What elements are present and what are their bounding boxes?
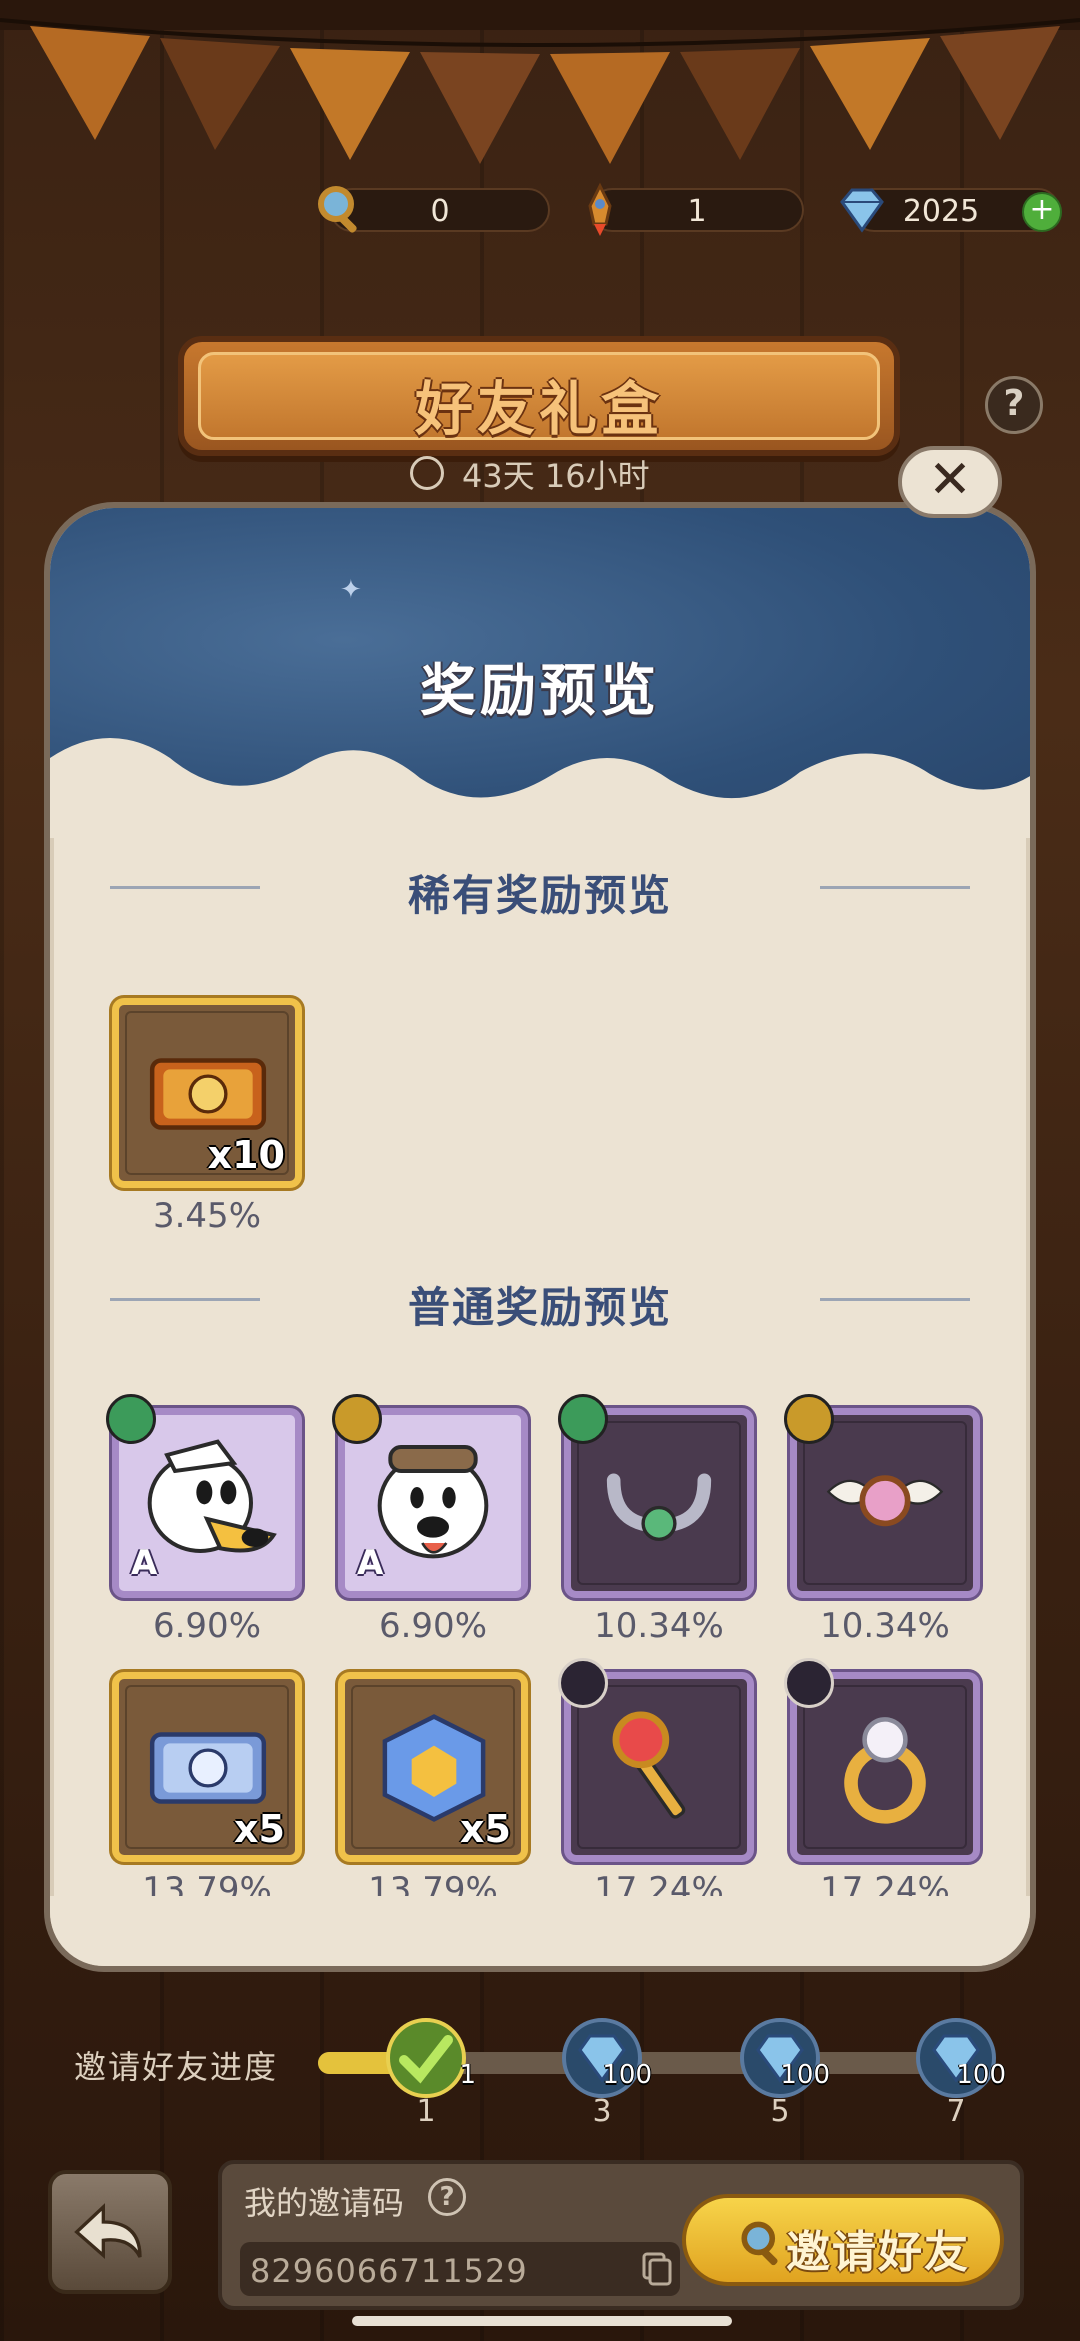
common-section-header: 普通奖励预览	[50, 1268, 1030, 1332]
milestone-1[interactable]: 1	[386, 2018, 476, 2098]
invite-code-field[interactable]: 8296066711529	[240, 2242, 680, 2296]
title-board: 好友礼盒	[178, 336, 900, 456]
reward-quantity: x5	[234, 1807, 285, 1851]
milestone-step: 5	[770, 2094, 790, 2129]
element-badge-green	[106, 1394, 156, 1444]
event-timer: 43天 16小时	[462, 457, 650, 495]
diamond-count: 2025	[902, 194, 980, 229]
invite-code-help-button[interactable]: ?	[428, 2178, 466, 2216]
rare-section-header: 稀有奖励预览	[50, 856, 1030, 920]
scepter-icon	[612, 1711, 686, 1819]
reward-preview-modal: ✦ 奖励预览 稀有奖励预览 x10 3.45% 普通奖励预览 A 6.90% A…	[44, 502, 1036, 1972]
milestone-step: 3	[592, 2094, 612, 2129]
bunting-decoration	[0, 0, 1080, 164]
reward-probability: 10.34%	[594, 1606, 724, 1646]
reward-probability: 10.34%	[820, 1606, 950, 1646]
clock-icon	[410, 456, 444, 490]
close-button[interactable]: ✕	[898, 446, 1002, 518]
invite-code-title: 我的邀请码	[244, 2184, 405, 2222]
milestone-step: 7	[946, 2094, 966, 2129]
winged-gem-icon	[826, 1475, 944, 1527]
element-badge-gold	[332, 1394, 382, 1444]
reward-probability: 6.90%	[378, 1606, 487, 1646]
currency-rocket: 1	[588, 182, 804, 236]
milestone-reward: 100	[602, 2060, 652, 2090]
reward-probability: 3.45%	[152, 1196, 261, 1236]
invite-friends-label: 邀请好友	[786, 2227, 970, 2278]
svg-text:✦: ✦	[340, 575, 362, 605]
reward-probability: 6.90%	[152, 1606, 261, 1646]
rank-label: A	[131, 1543, 158, 1583]
horn-ring-icon	[606, 1473, 712, 1541]
currency-diamond: 2025 +	[840, 188, 1062, 233]
reward-quantity: x10	[207, 1133, 285, 1177]
element-badge-green	[558, 1394, 608, 1444]
copy-icon[interactable]	[642, 2252, 672, 2286]
modal-title: 奖励预览	[420, 659, 660, 724]
invite-code-panel: 我的邀请码 ? 8296066711529 邀请好友	[218, 2160, 1024, 2310]
reward-item-crystal-cube[interactable]: x5	[338, 1672, 528, 1862]
rocket-count: 1	[687, 194, 707, 229]
currency-magnifier: 0	[318, 186, 550, 233]
milestone-3[interactable]: 100	[562, 2018, 652, 2098]
milestone-step: 1	[416, 2094, 436, 2129]
magnifier-count: 0	[430, 194, 450, 229]
reward-quantity: x5	[460, 1807, 511, 1851]
milestone-7[interactable]: 100	[916, 2018, 1006, 2098]
back-arrow-icon	[74, 2203, 142, 2260]
milestone-reward: 1	[459, 2060, 476, 2090]
page-title: 好友礼盒	[414, 375, 663, 443]
home-indicator	[352, 2316, 732, 2326]
reward-item-blue-ticket[interactable]: x5	[112, 1672, 302, 1862]
rank-label: A	[357, 1543, 384, 1583]
milestone-5[interactable]: 100	[740, 2018, 830, 2098]
common-section-label: 普通奖励预览	[407, 1283, 672, 1332]
help-button[interactable]: ?	[985, 376, 1043, 434]
element-badge-gold	[784, 1394, 834, 1444]
rare-section-label: 稀有奖励预览	[407, 871, 672, 920]
accessory-badge	[558, 1658, 608, 1708]
add-diamond-button[interactable]: +	[1022, 192, 1062, 232]
reward-item-rare-ticket[interactable]: x10	[112, 998, 302, 1188]
magnifier-icon	[741, 2221, 778, 2266]
invite-code-value: 8296066711529	[250, 2252, 528, 2290]
back-button[interactable]	[48, 2170, 172, 2294]
milestone-reward: 100	[956, 2060, 1006, 2090]
accessory-badge	[784, 1658, 834, 1708]
invite-friends-button[interactable]: 邀请好友	[682, 2194, 1004, 2286]
diamond-ring-icon	[844, 1717, 926, 1824]
modal-bottom-edge	[50, 1896, 1030, 1966]
invite-progress-label: 邀请好友进度	[74, 2048, 279, 2086]
milestone-reward: 100	[780, 2060, 830, 2090]
